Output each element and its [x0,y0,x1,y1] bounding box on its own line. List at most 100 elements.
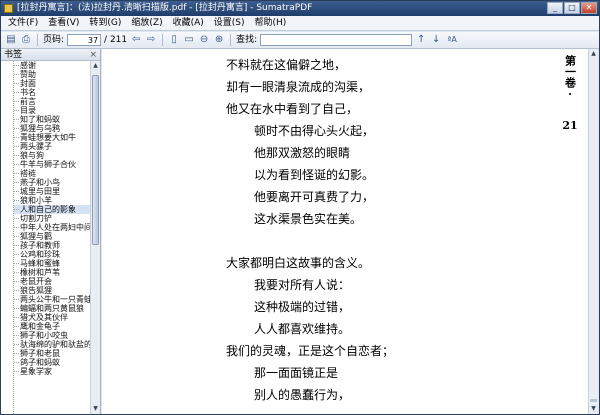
bookmark-item[interactable]: 城里与田里 [14,187,100,196]
bookmark-item[interactable]: 老鼠开会 [14,277,100,286]
bookmark-item[interactable]: 褡裢 [14,169,100,178]
close-button[interactable]: ✕ [581,2,597,14]
bookmark-item[interactable]: 狐狸与乌鸦 [14,124,100,133]
app-icon [4,4,13,13]
bookmark-item[interactable]: 燕子和小鸟 [14,178,100,187]
toolbar: ▤ ⎙ 页码: / 211 ⇦ ⇨ ▯ ▭ ⊖ ⊕ 查找: ↑ ↓ ªA [1,32,599,49]
sidebar-scrollbar[interactable]: ▲ ▼ [90,61,100,414]
menu-favorites[interactable]: 收藏(A) [168,16,209,30]
text-line: 我要对所有人说： [254,278,351,292]
menu-help[interactable]: 帮助(H) [250,16,292,30]
text-line: 他要离开可真费了力， [254,190,375,204]
menu-bar: 文件(F) 查看(V) 转到(G) 缩放(Z) 收藏(A) 设置(S) 帮助(H… [1,16,599,31]
bookmark-item[interactable]: 中年人处在两妇中间 [14,223,100,232]
bookmarks-sidebar: 书签 × 感谢 赞助 封面 书名 前言 目录 知了和蚂蚁 狐狸与乌鸦 青蛙想要大如牛 两头骡子 狼与… [1,49,101,414]
bookmark-item[interactable]: 狼告狐狸 [14,286,100,295]
match-case-icon[interactable]: ªA [445,34,459,46]
minimize-button[interactable]: _ [547,2,563,14]
scroll-up-icon[interactable]: ▲ [91,61,100,71]
print-icon[interactable]: ⎙ [20,34,32,46]
text-line: 我们的灵魂，正是这个自恋者； [226,344,395,358]
bookmark-item[interactable]: 赞助 [14,70,100,79]
bookmark-item[interactable]: 狼与狗 [14,151,100,160]
bookmark-item[interactable]: 猎犬及其伙伴 [14,313,100,322]
document-view[interactable]: 不料就在这偏僻之地， 却有一眼清泉流成的沟渠， 他又在水中看到了自己， 顿时不由得心头… [102,49,589,414]
bookmark-item[interactable]: 狼和小羊 [14,196,100,205]
bookmark-item[interactable]: 狮子和老鼠 [14,349,100,358]
bookmark-item[interactable]: 马蜂和蜜蜂 [14,259,100,268]
bookmark-item[interactable]: 目录 [14,106,100,115]
title-bar: [拉封丹寓言]：(法)拉封丹.清晰扫描版.pdf - [拉封丹寓言] - Sum… [1,1,599,16]
find-prev-icon[interactable]: ↑ [415,34,427,46]
menu-settings[interactable]: 设置(S) [209,16,250,30]
bookmark-item[interactable]: 封面 [14,79,100,88]
sidebar-header: 书签 × [1,49,100,61]
window-title: [拉封丹寓言]：(法)拉封丹.清晰扫描版.pdf - [拉封丹寓言] - Sum… [17,3,313,13]
window-controls: _ □ ✕ [547,2,597,15]
bookmark-item[interactable]: 狐狸与鹳 [14,232,100,241]
bookmark-item[interactable]: 感谢 [14,61,100,70]
bookmark-item[interactable]: 公鸡和珍珠 [14,250,100,259]
text-line: 顿时不由得心头火起， [254,124,375,138]
text-line: 人人都喜欢维持。 [254,322,351,336]
page-total: / 211 [104,35,128,45]
bookmark-item[interactable]: 牛羊与狮子合伙 [14,160,100,169]
sidebar-title: 书签 [4,50,23,60]
menu-file[interactable]: 文件(F) [3,16,43,30]
running-head: 第一卷 · [562,55,578,101]
bookmark-item[interactable]: 人和自己的影象 [14,205,100,214]
back-icon[interactable]: ⇦ [130,34,142,46]
open-icon[interactable]: ▤ [5,34,17,46]
bookmark-item[interactable]: 橡树和芦苇 [14,268,100,277]
bookmark-item[interactable]: 前言 [14,97,100,106]
app-window: [拉封丹寓言]：(法)拉封丹.清晰扫描版.pdf - [拉封丹寓言] - Sum… [0,0,600,415]
find-next-icon[interactable]: ↓ [430,34,442,46]
bookmark-item[interactable]: 书名 [14,88,100,97]
bookmark-item[interactable]: 知了和蚂蚁 [14,115,100,124]
bookmark-item[interactable]: 鸽子和蚂蚁 [14,358,100,367]
running-head-text: 第一卷 [563,55,577,88]
zoom-out-icon[interactable]: ⊖ [198,34,210,46]
text-line: 他又在水中看到了自己， [226,102,359,116]
toolbar-separator [162,34,164,46]
bookmark-item[interactable]: 星象学家 [14,367,100,376]
bookmark-item[interactable]: 两头公牛和一只青蛙 [14,295,100,304]
sidebar-scroll-thumb[interactable] [92,75,99,245]
fit-width-icon[interactable]: ▭ [183,34,195,46]
document-scrollbar[interactable]: ▲ ▼ [588,49,598,414]
maximize-button[interactable]: □ [564,2,580,14]
text-line: 这水渠景色实在美。 [254,212,363,226]
text-line: 别人的愚蠢行为， [254,388,351,402]
text-line [226,230,556,252]
bookmark-item[interactable]: 青蛙想要大如牛 [14,133,100,142]
document-scroll-thumb[interactable] [590,399,597,402]
page-number: 21 [562,119,578,132]
bookmark-item[interactable]: 蝙蝠和两只黄鼠狼 [14,304,100,313]
bookmark-tree: 感谢 赞助 封面 书名 前言 目录 知了和蚂蚁 狐狸与乌鸦 青蛙想要大如牛 两头骡子 狼与狗 牛羊与狮… [13,61,100,414]
bookmark-item[interactable]: 狮子和小咬虫 [14,331,100,340]
menu-goto[interactable]: 转到(G) [84,16,126,30]
text-line: 他那双激怒的眼睛 [254,146,351,160]
zoom-in-icon[interactable]: ⊕ [213,34,225,46]
scroll-down-icon[interactable]: ▼ [91,404,100,414]
text-line: 却有一眼清泉流成的沟渠， [226,80,371,94]
forward-icon[interactable]: ⇨ [145,34,157,46]
page-number-input[interactable] [67,34,102,46]
page-label: 页码: [43,35,65,45]
toolbar-separator [230,34,232,46]
menu-zoom[interactable]: 缩放(Z) [126,16,167,30]
bookmark-item[interactable]: 孩子和教师 [14,241,100,250]
bookmark-item[interactable]: 切割刀铲 [14,214,100,223]
text-line: 不料就在这偏僻之地， [226,58,347,72]
scroll-down-icon[interactable]: ▼ [589,404,598,414]
menu-view[interactable]: 查看(V) [43,16,84,30]
search-input[interactable] [260,34,413,46]
bookmark-item[interactable]: 驮海绵的驴和驮盐的驴 [14,340,100,349]
toolbar-separator [37,34,38,46]
sidebar-close-icon[interactable]: × [89,49,97,61]
bookmark-item[interactable]: 鹰和金龟子 [14,322,100,331]
bookmark-item[interactable]: 两头骡子 [14,142,100,151]
scroll-up-icon[interactable]: ▲ [589,49,598,59]
text-line: 以为看到怪诞的幻影。 [254,168,375,182]
fit-page-icon[interactable]: ▯ [168,34,180,46]
